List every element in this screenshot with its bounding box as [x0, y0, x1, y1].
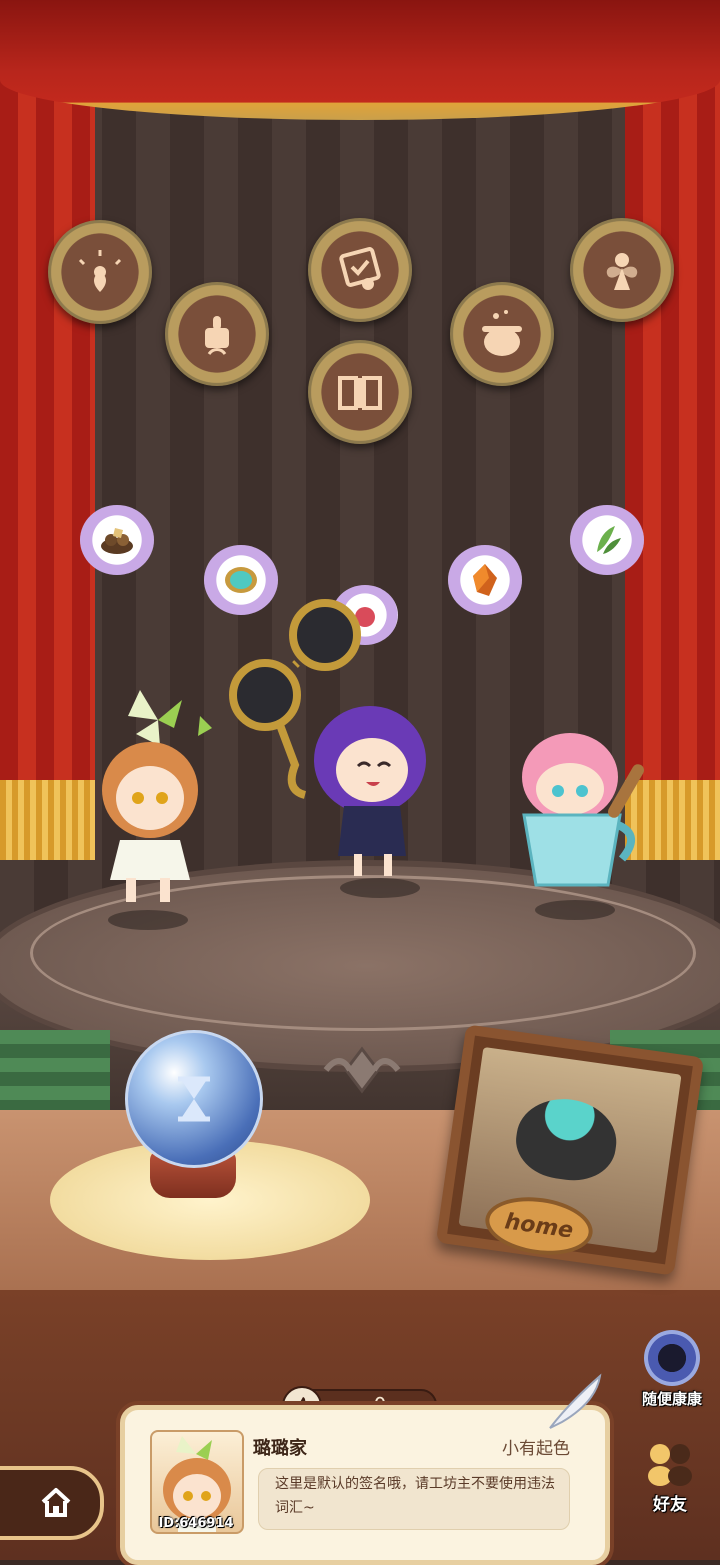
player-id: ID:646914 [158, 1516, 234, 1531]
sprout-sparkle-icon [78, 250, 122, 292]
medal-fairy[interactable] [570, 218, 674, 322]
friends-icon [648, 1444, 692, 1486]
friends-label: 好友 [653, 1495, 687, 1515]
character-purple-hair[interactable] [300, 690, 450, 885]
medal-certificate[interactable] [308, 218, 412, 322]
random-visit-label: 随便康康 [641, 1390, 702, 1408]
player-name: 璐璐家 [253, 1438, 307, 1459]
home-button[interactable] [0, 1466, 104, 1540]
medal-thumbs-up-sprout[interactable] [165, 282, 269, 386]
cauldron-icon [482, 310, 522, 356]
character-shadow [535, 900, 615, 920]
portal-icon [644, 1330, 700, 1386]
cauldron-picture [511, 1092, 622, 1186]
material-herb-leaf[interactable] [570, 505, 644, 575]
certificate-icon [339, 247, 381, 290]
hourglass-icon [178, 1076, 210, 1122]
quill-icon [549, 1373, 602, 1429]
crystal-ball-button[interactable] [125, 1030, 263, 1168]
home-sign-text: home [503, 1208, 575, 1244]
player-rank-title: 小有起色 [502, 1439, 570, 1459]
stairs-left [0, 1030, 110, 1110]
fairy-icon [606, 253, 638, 290]
medal-cauldron[interactable] [450, 282, 554, 386]
random-visit-button[interactable]: 随便康康 [630, 1330, 714, 1410]
stage-ornament [323, 1046, 401, 1094]
curtain-valance [0, 0, 720, 120]
thumbs-up-sprout-icon [205, 316, 229, 355]
ore-pile-icon [101, 528, 133, 554]
medal-sprout-sparkle[interactable] [48, 220, 152, 324]
curtain-left [0, 60, 95, 860]
friends-button[interactable]: 好友 [622, 1436, 720, 1536]
spellbook-icon [338, 376, 382, 410]
signature-text: 这里是默认的签名哦，请工坊主不要使用违法词汇~ [275, 1476, 555, 1516]
herb-leaf-icon [597, 526, 621, 554]
medal-spellbook[interactable] [308, 340, 412, 444]
material-amber-crystal[interactable] [448, 545, 522, 615]
amber-crystal-icon [473, 564, 497, 596]
house-icon [41, 1488, 71, 1517]
character-pinwheel-girl[interactable] [90, 680, 230, 915]
character-teacup-girl[interactable] [510, 725, 660, 895]
material-ore-pile[interactable] [80, 505, 154, 575]
curtain-fringe-left [0, 780, 95, 860]
